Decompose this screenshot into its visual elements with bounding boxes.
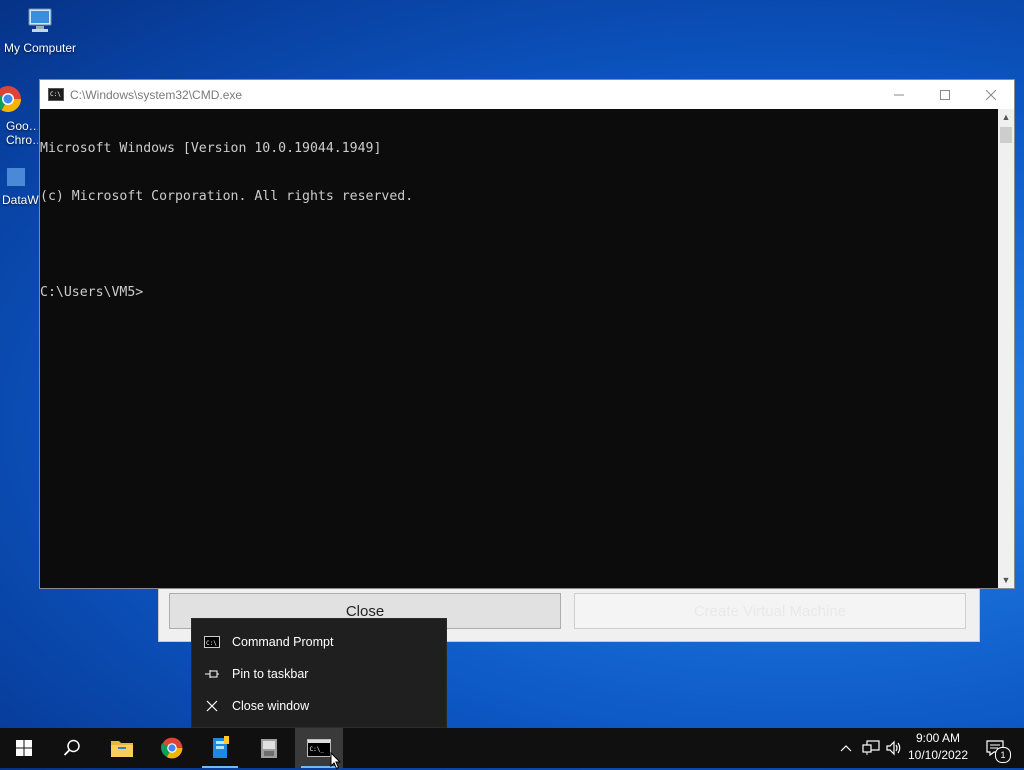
console-line: (c) Microsoft Corporation. All rights re… (40, 189, 414, 204)
search-button[interactable] (48, 728, 96, 768)
app-icon (7, 168, 25, 186)
window-close-button[interactable] (968, 80, 1014, 109)
chrome-icon (161, 737, 183, 759)
taskbar-app-installer[interactable] (245, 728, 293, 768)
pin-icon (192, 668, 232, 680)
clock-time: 9:00 AM (915, 731, 961, 745)
console-output[interactable]: Microsoft Windows [Version 10.0.19044.19… (40, 109, 1000, 588)
console-prompt: C:\Users\VM5> (40, 285, 144, 300)
taskbar-jump-list: C:\ Command Prompt Pin to taskbar Close … (191, 618, 447, 728)
maximize-icon (940, 89, 950, 100)
network-icon (862, 740, 880, 755)
app-icon (213, 736, 229, 758)
folder-icon (111, 741, 133, 757)
desktop-icon-google-chrome[interactable]: Goo…Chro… (0, 84, 38, 147)
jump-item-command-prompt[interactable]: C:\ Command Prompt (192, 626, 446, 658)
windows-logo-icon (16, 740, 32, 756)
search-icon (63, 739, 80, 756)
clock[interactable]: 9:00 AM 10/10/2022 (900, 730, 976, 764)
notification-badge: 1 (995, 747, 1011, 763)
network-button[interactable] (858, 728, 884, 768)
scroll-up-arrow-icon[interactable]: ▲ (998, 109, 1014, 125)
show-hidden-icons-button[interactable] (836, 728, 856, 768)
taskbar-chrome[interactable] (148, 728, 196, 768)
jump-item-close-window[interactable]: Close window (192, 690, 446, 722)
minimize-icon (894, 94, 904, 95)
create-virtual-machine-button[interactable]: Create Virtual Machine (574, 593, 966, 629)
cmd-icon: C:\ (192, 636, 232, 648)
console-line: Microsoft Windows [Version 10.0.19044.19… (40, 141, 382, 156)
cmd-icon: C:\ (48, 88, 64, 101)
mouse-cursor-icon (330, 752, 342, 770)
desktop-icon-my-computer[interactable]: My Computer (0, 6, 80, 55)
chrome-icon (0, 86, 21, 112)
svg-text:C:\: C:\ (206, 640, 217, 647)
maximize-button[interactable] (922, 80, 968, 109)
computer-icon (28, 8, 52, 32)
window-title: C:\Windows\system32\CMD.exe (70, 87, 243, 102)
action-center-button[interactable]: 1 (978, 728, 1012, 768)
taskbar: C:\_ 9:00 AM 10/10/2022 1 (0, 728, 1024, 770)
scroll-down-arrow-icon[interactable]: ▼ (998, 572, 1014, 588)
desktop-icon-label: My Computer (3, 41, 77, 55)
minimize-button[interactable] (876, 80, 922, 109)
clock-date: 10/10/2022 (907, 748, 969, 762)
cmd-window[interactable]: C:\ C:\Windows\system32\CMD.exe Microsof… (39, 79, 1015, 589)
svg-text:C:\_: C:\_ (310, 746, 325, 753)
jump-item-pin-to-taskbar[interactable]: Pin to taskbar (192, 658, 446, 690)
jump-item-label: Command Prompt (232, 635, 334, 649)
close-icon (986, 89, 996, 100)
vertical-scrollbar[interactable]: ▲ ▼ (998, 109, 1014, 588)
jump-item-label: Pin to taskbar (232, 667, 309, 681)
cmd-icon: C:\_ (307, 739, 331, 757)
close-icon (192, 700, 232, 712)
taskbar-file-explorer[interactable] (98, 728, 146, 768)
scroll-thumb[interactable] (1000, 127, 1012, 143)
taskbar-app-blue[interactable] (196, 728, 244, 768)
desktop-icon-label: Goo…Chro… (6, 119, 38, 147)
jump-item-label: Close window (232, 699, 310, 713)
installer-icon (261, 739, 277, 758)
start-button[interactable] (0, 728, 48, 768)
chevron-up-icon (840, 745, 852, 752)
cmd-titlebar[interactable]: C:\ C:\Windows\system32\CMD.exe (40, 80, 1014, 109)
